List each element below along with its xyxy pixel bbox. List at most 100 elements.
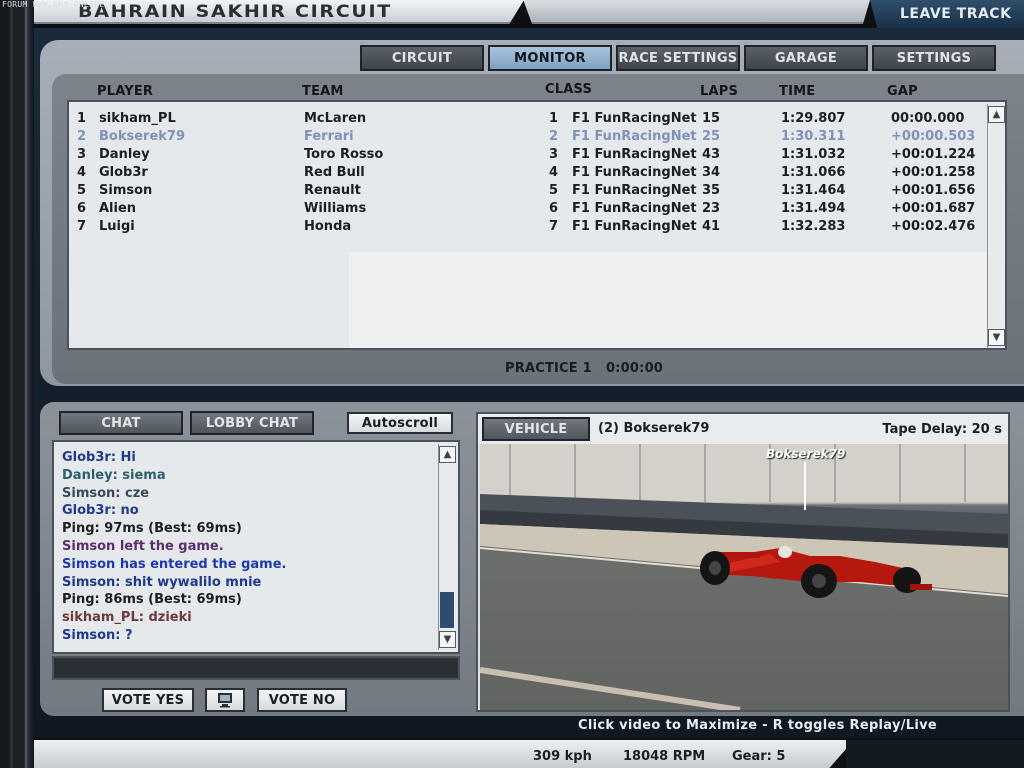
cell-gap: +00:01.224 — [891, 147, 976, 162]
cell-pos: 5 — [77, 183, 87, 198]
title-bar-extension — [523, 0, 870, 24]
chat-message: Glob3r: no — [62, 503, 139, 519]
vote-no-button[interactable]: VOTE NO — [257, 688, 347, 712]
status-bar — [34, 740, 854, 768]
cell-pos: 2 — [77, 129, 87, 144]
list-shade — [349, 252, 989, 348]
cell-player: Glob3r — [99, 165, 148, 180]
gear-readout: Gear: 5 — [732, 749, 786, 764]
cell-pos: 1 — [77, 111, 87, 126]
cell-player: Bokserek79 — [99, 129, 186, 144]
cell-player: Luigi — [99, 219, 135, 234]
cell-player: sikham_PL — [99, 111, 176, 126]
cell-class-pos: 4 — [549, 165, 559, 180]
table-row[interactable]: 5 Simson Renault 5 F1 FunRacingNet 35 1:31.464… — [69, 182, 989, 200]
cell-time: 1:31.494 — [781, 201, 846, 216]
header-class: CLASS — [545, 82, 593, 97]
table-row[interactable]: 7 Luigi Honda 7 F1 FunRacingNet 41 1:32.283 +00… — [69, 218, 989, 236]
video-panel: VEHICLE (2) Bokserek79 Tape Delay: 20 s — [476, 412, 1010, 712]
chat-message: Ping: 86ms (Best: 69ms) — [62, 592, 242, 608]
autoscroll-button[interactable]: Autoscroll — [347, 412, 453, 434]
cell-time: 1:31.032 — [781, 147, 846, 162]
tab-garage[interactable]: GARAGE — [744, 45, 868, 71]
cell-class-pos: 2 — [549, 129, 559, 144]
tab-monitor[interactable]: MONITOR — [488, 45, 612, 71]
video-caption: Click video to Maximize - R toggles Repl… — [578, 718, 938, 733]
table-row[interactable]: 1 sikham_PL McLaren 1 F1 FunRacingNet 15 1:29.… — [69, 110, 989, 128]
video-header: VEHICLE (2) Bokserek79 Tape Delay: 20 s — [478, 414, 1008, 444]
cell-team: Honda — [304, 219, 352, 234]
cell-time: 1:32.283 — [781, 219, 846, 234]
cell-pos: 7 — [77, 219, 87, 234]
tab-settings[interactable]: SETTINGS — [872, 45, 996, 71]
vote-yes-button[interactable]: VOTE YES — [102, 688, 194, 712]
cell-player: Simson — [99, 183, 153, 198]
computer-icon — [218, 693, 232, 708]
cell-laps: 15 — [702, 111, 721, 126]
track-scene — [480, 444, 1008, 710]
cell-class-pos: 1 — [549, 111, 559, 126]
cell-pos: 4 — [77, 165, 87, 180]
status-bar-end — [846, 740, 1024, 768]
chat-message: Simson left the game. — [62, 539, 224, 554]
tab-circuit[interactable]: CIRCUIT — [360, 45, 484, 71]
watermark-text: FORUM WWW.GRY-ONLINE.PL — [2, 0, 120, 9]
speed-readout: 309 kph — [533, 749, 592, 764]
session-status: PRACTICE 1 0:00:00 — [505, 361, 663, 376]
header-laps: LAPS — [700, 84, 739, 99]
cell-team: Ferrari — [304, 129, 354, 144]
chat-input[interactable] — [52, 656, 460, 680]
cell-gap: +00:01.258 — [891, 165, 976, 180]
video-driver: (2) Bokserek79 — [598, 421, 710, 436]
chat-message: sikham_PL: dzieki — [62, 610, 192, 626]
chat-scroll-down-icon[interactable]: ▼ — [439, 631, 456, 648]
main-tabs: CIRCUIT MONITOR RACE SETTINGS GARAGE SET… — [360, 45, 996, 71]
cell-class: F1 FunRacingNet — [572, 111, 697, 126]
cell-gap: 00:00.000 — [891, 111, 965, 126]
cell-player: Alien — [99, 201, 137, 216]
cell-laps: 41 — [702, 219, 721, 234]
leave-track-label: LEAVE TRACK — [900, 6, 1012, 22]
chat-message: Simson: shit wywalilo mnie — [62, 574, 262, 590]
table-row[interactable]: 3 Danley Toro Rosso 3 F1 FunRacingNet 43 1:31.… — [69, 146, 989, 164]
cell-time: 1:31.464 — [781, 183, 846, 198]
driver-name-tag: Bokserek79 — [766, 447, 846, 461]
cell-team: Renault — [304, 183, 361, 198]
rpm-readout: 18048 RPM — [623, 749, 706, 764]
table-row[interactable]: 4 Glob3r Red Bull 4 F1 FunRacingNet 34 1:31.06… — [69, 164, 989, 182]
lobby-chat-tab[interactable]: LOBBY CHAT — [190, 411, 314, 435]
chat-message: Ping: 97ms (Best: 69ms) — [62, 521, 242, 537]
chat-tab[interactable]: CHAT — [59, 411, 183, 435]
cell-time: 1:30.311 — [781, 129, 846, 144]
scroll-up-icon[interactable]: ▲ — [988, 106, 1005, 123]
table-row[interactable]: 6 Alien Williams 6 F1 FunRacingNet 23 1:31.494… — [69, 200, 989, 218]
cell-pos: 6 — [77, 201, 87, 216]
cell-laps: 23 — [702, 201, 721, 216]
computer-button[interactable] — [205, 688, 245, 712]
chat-message: Danley: siema — [62, 467, 166, 483]
cell-class-pos: 7 — [549, 219, 559, 234]
chat-log: Glob3r: Hi Danley: siema Simson: cze Glob3r… — [52, 440, 460, 654]
standings-scrollbar[interactable]: ▲ ▼ — [987, 104, 1005, 348]
standings-header: PLAYER TEAM CLASS LAPS TIME GAP — [0, 82, 1024, 100]
tab-race-settings[interactable]: RACE SETTINGS — [616, 45, 740, 71]
chat-scroll-thumb[interactable] — [440, 592, 454, 628]
cell-time: 1:31.066 — [781, 165, 846, 180]
chat-scrollbar[interactable]: ▲ ▼ — [438, 444, 456, 650]
chat-scroll-up-icon[interactable]: ▲ — [439, 446, 456, 463]
vehicle-button[interactable]: VEHICLE — [482, 417, 590, 441]
cell-laps: 35 — [702, 183, 721, 198]
cell-team: Toro Rosso — [304, 147, 384, 162]
leave-track-button[interactable]: LEAVE TRACK — [870, 0, 1024, 30]
cell-player: Danley — [99, 147, 150, 162]
chat-message: Glob3r: Hi — [62, 450, 136, 465]
standings-list: 1 sikham_PL McLaren 1 F1 FunRacingNet 15 1:29.… — [67, 100, 1007, 350]
table-row[interactable]: 2 Bokserek79 Ferrari 2 F1 FunRacingNet 25 1:30… — [69, 128, 989, 146]
cell-gap: +00:01.656 — [891, 183, 976, 198]
cell-class-pos: 3 — [549, 147, 559, 162]
video-view[interactable]: Bokserek79 — [480, 444, 1008, 710]
cell-gap: +00:02.476 — [891, 219, 976, 234]
chat-message: Simson: cze — [62, 485, 150, 501]
scroll-down-icon[interactable]: ▼ — [988, 329, 1005, 346]
header-player: PLAYER — [97, 84, 154, 99]
